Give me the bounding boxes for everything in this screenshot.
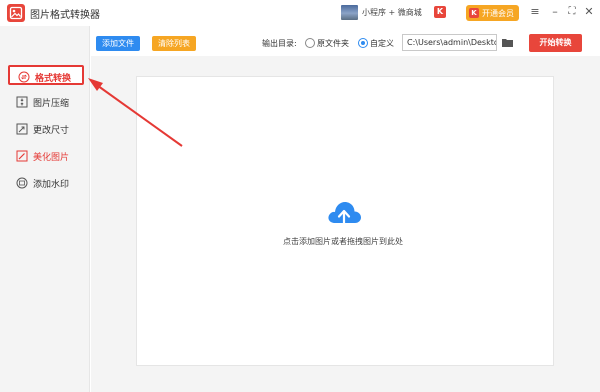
radio-original-label[interactable]: 原文件夹	[317, 38, 349, 49]
maximize-button[interactable]: ⛶	[563, 3, 581, 21]
resize-icon	[16, 123, 28, 135]
sidebar-item-label: 添加水印	[33, 180, 70, 190]
clear-list-button[interactable]: 清除列表	[152, 36, 196, 51]
k-brand-icon[interactable]: K	[434, 6, 446, 18]
sidebar-item-format-convert[interactable]: 格式转换	[8, 65, 84, 85]
app-title: 图片格式转换器	[30, 10, 100, 21]
close-button[interactable]: ✕	[580, 3, 598, 21]
watermark-icon	[16, 177, 28, 189]
sidebar-item-label: 格式转换	[35, 74, 72, 84]
sidebar-item-beautify[interactable]: 美化图片	[8, 146, 84, 166]
radio-custom-folder[interactable]	[358, 38, 368, 48]
format-convert-icon	[18, 71, 30, 83]
sidebar-item-resize[interactable]: 更改尺寸	[8, 119, 84, 139]
app-logo-icon	[7, 4, 25, 22]
folder-icon[interactable]	[502, 38, 513, 47]
minimize-button[interactable]: –	[546, 3, 564, 21]
title-bar: 图片格式转换器 小程序 + 微商城 K K 开通会员 ≡ – ⛶ ✕	[0, 0, 600, 26]
sidebar-item-label: 美化图片	[33, 153, 70, 163]
sidebar: 格式转换 图片压缩 更改尺寸 美化图片 添加水印	[0, 26, 90, 392]
menu-icon[interactable]: ≡	[526, 3, 544, 21]
beautify-icon	[16, 150, 28, 162]
sidebar-item-label: 更改尺寸	[33, 126, 70, 136]
radio-custom-label[interactable]: 自定义	[370, 38, 394, 49]
vip-badge-icon: K	[469, 8, 479, 18]
compress-icon	[16, 96, 28, 108]
mini-program-link[interactable]: 小程序 + 微商城	[362, 7, 422, 18]
start-convert-button[interactable]: 开始转换	[529, 34, 582, 52]
output-dir-label: 输出目录:	[262, 39, 297, 48]
mini-program-thumbnail[interactable]	[341, 5, 358, 20]
sidebar-item-watermark[interactable]: 添加水印	[8, 173, 84, 193]
drop-hint-text: 点击添加图片或者拖拽图片到此处	[283, 237, 403, 246]
radio-original-folder[interactable]	[305, 38, 315, 48]
cloud-upload-icon[interactable]	[326, 199, 362, 229]
output-path-field[interactable]: C:\Users\admin\Deskto	[402, 34, 497, 51]
sidebar-item-compress[interactable]: 图片压缩	[8, 92, 84, 112]
vip-button[interactable]: K 开通会员	[466, 5, 519, 21]
add-files-button[interactable]: 添加文件	[96, 36, 140, 51]
sidebar-item-label: 图片压缩	[33, 99, 70, 109]
vip-button-label: 开通会员	[482, 9, 514, 18]
